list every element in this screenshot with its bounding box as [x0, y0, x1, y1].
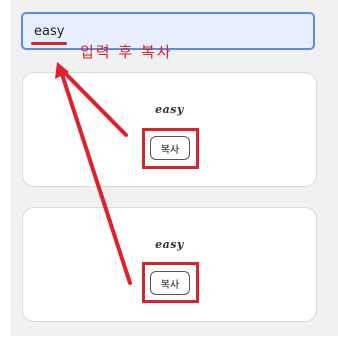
annotation-arrow-line [58, 66, 132, 285]
annotation-arrows [55, 62, 132, 285]
